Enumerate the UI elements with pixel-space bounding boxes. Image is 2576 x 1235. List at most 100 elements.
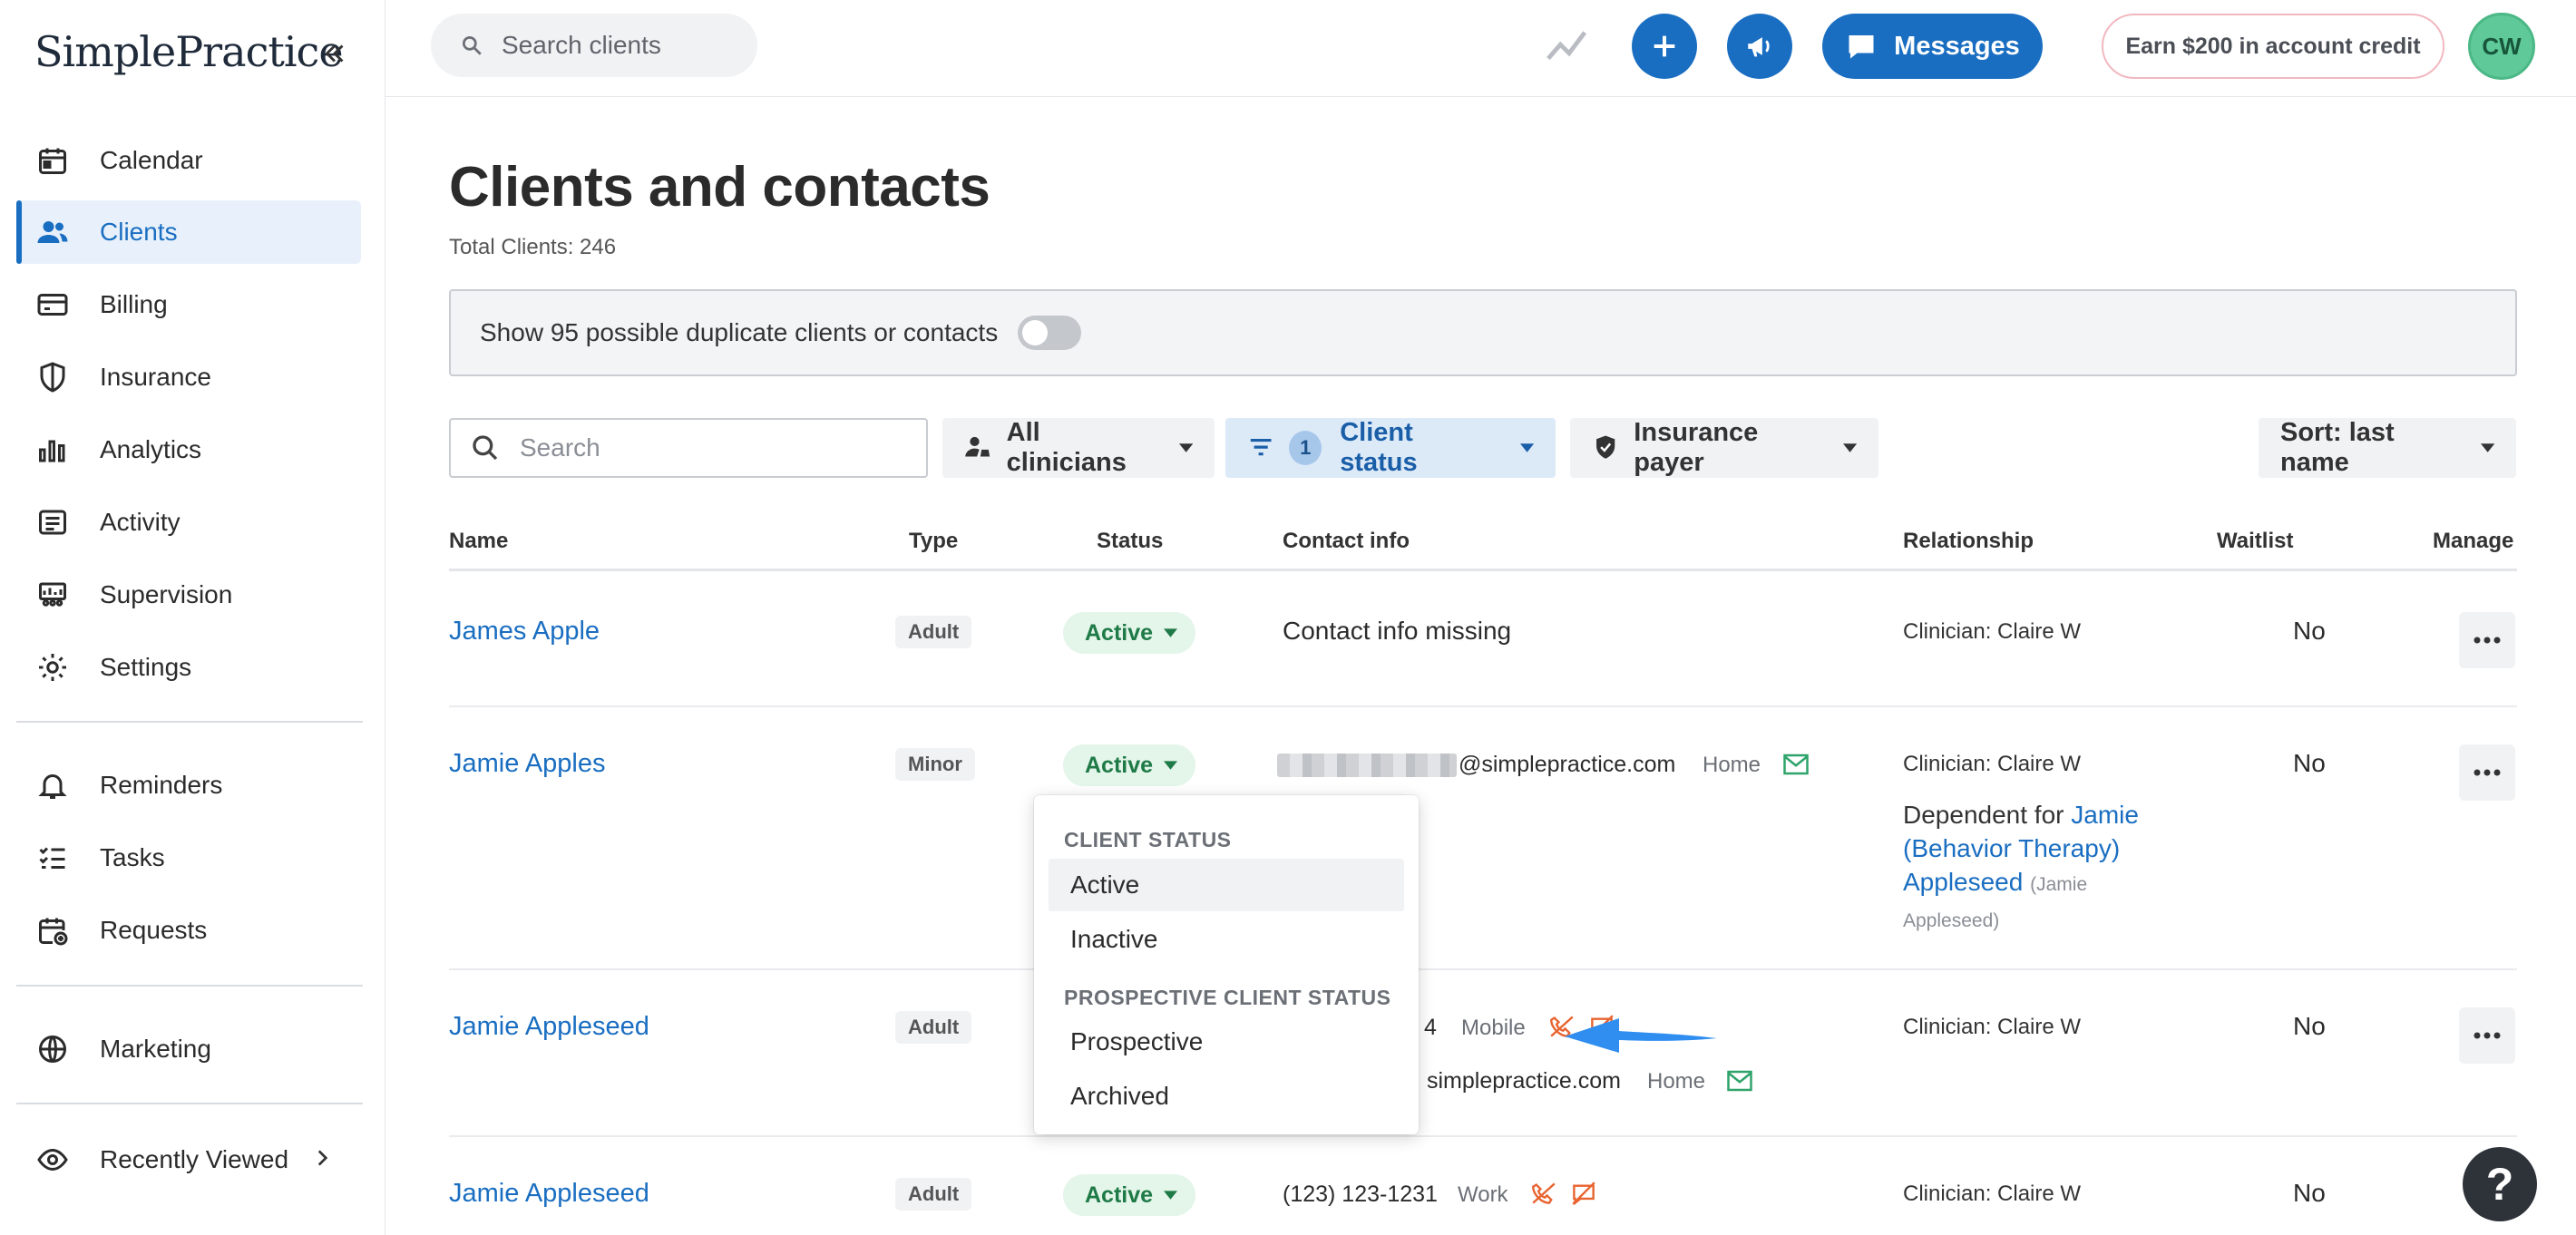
list-icon [36, 506, 69, 539]
users-icon [36, 216, 69, 248]
sidebar-item-label: Tasks [100, 843, 165, 871]
relationship: Clinician: Claire W [1903, 1182, 2082, 1206]
phone-tag: Mobile [1461, 1016, 1526, 1040]
caret-down-icon [1519, 443, 1534, 452]
col-header-name[interactable]: Name [449, 529, 508, 554]
add-button[interactable] [1632, 14, 1697, 79]
total-clients: Total Clients: 246 [449, 235, 617, 259]
mail-icon[interactable] [1782, 753, 1810, 776]
sidebar-item-tasks[interactable]: Tasks [16, 826, 361, 890]
status-dropdown[interactable]: Active [1063, 612, 1196, 654]
announcements-button[interactable] [1727, 14, 1792, 79]
sidebar-item-calendar[interactable]: Calendar [16, 129, 361, 192]
main-content: Clients and contacts Total Clients: 246 … [385, 97, 2576, 1235]
top-bar: Messages Earn $200 in account credit CW [385, 0, 2576, 97]
dependent-relationship: Dependent for Jamie (Behavior Therapy) A… [1903, 798, 2175, 938]
email-tag: Home [1647, 1069, 1706, 1094]
no-phone-icon [1531, 1182, 1556, 1204]
sort-dropdown[interactable]: Sort: last name [2259, 418, 2516, 478]
sidebar-item-analytics[interactable]: Analytics [16, 418, 361, 481]
calendar-icon [36, 144, 69, 177]
sidebar-item-settings[interactable]: Settings [16, 636, 361, 699]
filter-search[interactable] [449, 418, 928, 478]
client-name-link[interactable]: Jamie Apples [449, 749, 606, 779]
client-status-filter-label: Client status [1340, 418, 1418, 477]
sidebar-item-label: Billing [100, 290, 168, 318]
sidebar-divider [16, 985, 363, 987]
menu-item-archived[interactable]: Archived [1049, 1070, 1404, 1123]
sidebar-item-label: Settings [100, 653, 192, 681]
sidebar-item-activity[interactable]: Activity [16, 491, 361, 554]
messages-button[interactable]: Messages [1822, 14, 2043, 79]
status-dropdown[interactable]: Active [1063, 744, 1196, 786]
more-icon [2474, 769, 2501, 776]
client-name-link[interactable]: James Apple [449, 617, 600, 647]
client-search[interactable] [431, 14, 757, 77]
type-badge: Minor [895, 748, 975, 781]
relationship: Clinician: Claire W [1903, 619, 2082, 644]
duplicate-text: Show 95 possible duplicate clients or co… [480, 318, 999, 346]
caret-down-icon [1164, 628, 1178, 637]
phone-suffix: 4 [1424, 1015, 1437, 1040]
manage-button[interactable] [2459, 744, 2515, 801]
menu-item-prospective[interactable]: Prospective [1049, 1016, 1404, 1068]
insurance-payer-label: Insurance payer [1634, 418, 1759, 477]
avatar[interactable]: CW [2468, 13, 2535, 80]
sidebar-item-label: Calendar [100, 146, 203, 174]
type-badge: Adult [895, 1178, 972, 1211]
manage-button[interactable] [2459, 612, 2515, 668]
sidebar-item-label: Recently Viewed [100, 1145, 289, 1173]
client-status-filter[interactable]: 1 Client status [1225, 418, 1556, 478]
duplicate-toggle[interactable] [1018, 316, 1082, 350]
sidebar-item-requests[interactable]: Requests [16, 899, 361, 962]
credit-card-icon [36, 288, 69, 321]
status-label: Active [1085, 619, 1154, 646]
client-name-link[interactable]: Jamie Appleseed [449, 1012, 649, 1042]
sidebar-item-label: Supervision [100, 580, 233, 608]
sidebar-divider [16, 1103, 363, 1104]
row-divider [449, 705, 2517, 707]
mail-icon[interactable] [1726, 1069, 1753, 1093]
filter-icon [1247, 433, 1274, 462]
caret-down-icon [2480, 443, 2494, 452]
relationship: Clinician: Claire W [1903, 752, 2082, 776]
clinician-icon [964, 433, 992, 462]
col-header-waitlist: Waitlist [2217, 529, 2294, 553]
status-dropdown[interactable]: Active [1063, 1174, 1196, 1216]
menu-item-active[interactable]: Active [1049, 859, 1404, 911]
clinicians-filter[interactable]: All clinicians [942, 418, 1215, 478]
search-icon [471, 433, 500, 462]
insurance-payer-filter[interactable]: Insurance payer [1570, 418, 1878, 478]
plus-icon [1654, 35, 1675, 57]
menu-item-inactive[interactable]: Inactive [1049, 913, 1404, 966]
waitlist-value: No [2293, 617, 2326, 645]
help-button[interactable]: ? [2463, 1147, 2537, 1221]
sidebar-item-marketing[interactable]: Marketing [16, 1017, 361, 1081]
trend-icon[interactable] [1547, 27, 1588, 63]
sidebar-item-billing[interactable]: Billing [16, 273, 361, 336]
sidebar-item-supervision[interactable]: Supervision [16, 563, 361, 627]
row-divider [449, 968, 2517, 970]
caret-down-icon [1164, 761, 1178, 770]
search-icon [460, 34, 483, 57]
sidebar-item-clients[interactable]: Clients [16, 200, 361, 264]
client-name-link[interactable]: Jamie Appleseed [449, 1179, 649, 1209]
header-divider [449, 569, 2517, 571]
manage-button[interactable] [2459, 1007, 2515, 1064]
sidebar-item-label: Reminders [100, 771, 223, 799]
sidebar-divider [16, 721, 363, 723]
client-search-input[interactable] [502, 31, 728, 60]
simplepractice-logo[interactable]: SimplePractice [34, 27, 344, 76]
shield-icon [36, 361, 69, 394]
collapse-sidebar-icon[interactable] [319, 38, 350, 69]
menu-heading-prospective: PROSPECTIVE CLIENT STATUS [1064, 986, 1391, 1009]
sidebar-item-recently-viewed[interactable]: Recently Viewed [16, 1128, 361, 1191]
sidebar-item-reminders[interactable]: Reminders [16, 754, 361, 817]
earn-credit-button[interactable]: Earn $200 in account credit [2102, 14, 2444, 79]
filter-search-input[interactable] [520, 433, 901, 462]
caret-down-icon [1178, 443, 1193, 452]
checklist-icon [36, 841, 69, 874]
col-header-manage: Manage [2433, 529, 2514, 553]
sidebar-item-insurance[interactable]: Insurance [16, 345, 361, 409]
relationship: Clinician: Claire W [1903, 1015, 2082, 1039]
